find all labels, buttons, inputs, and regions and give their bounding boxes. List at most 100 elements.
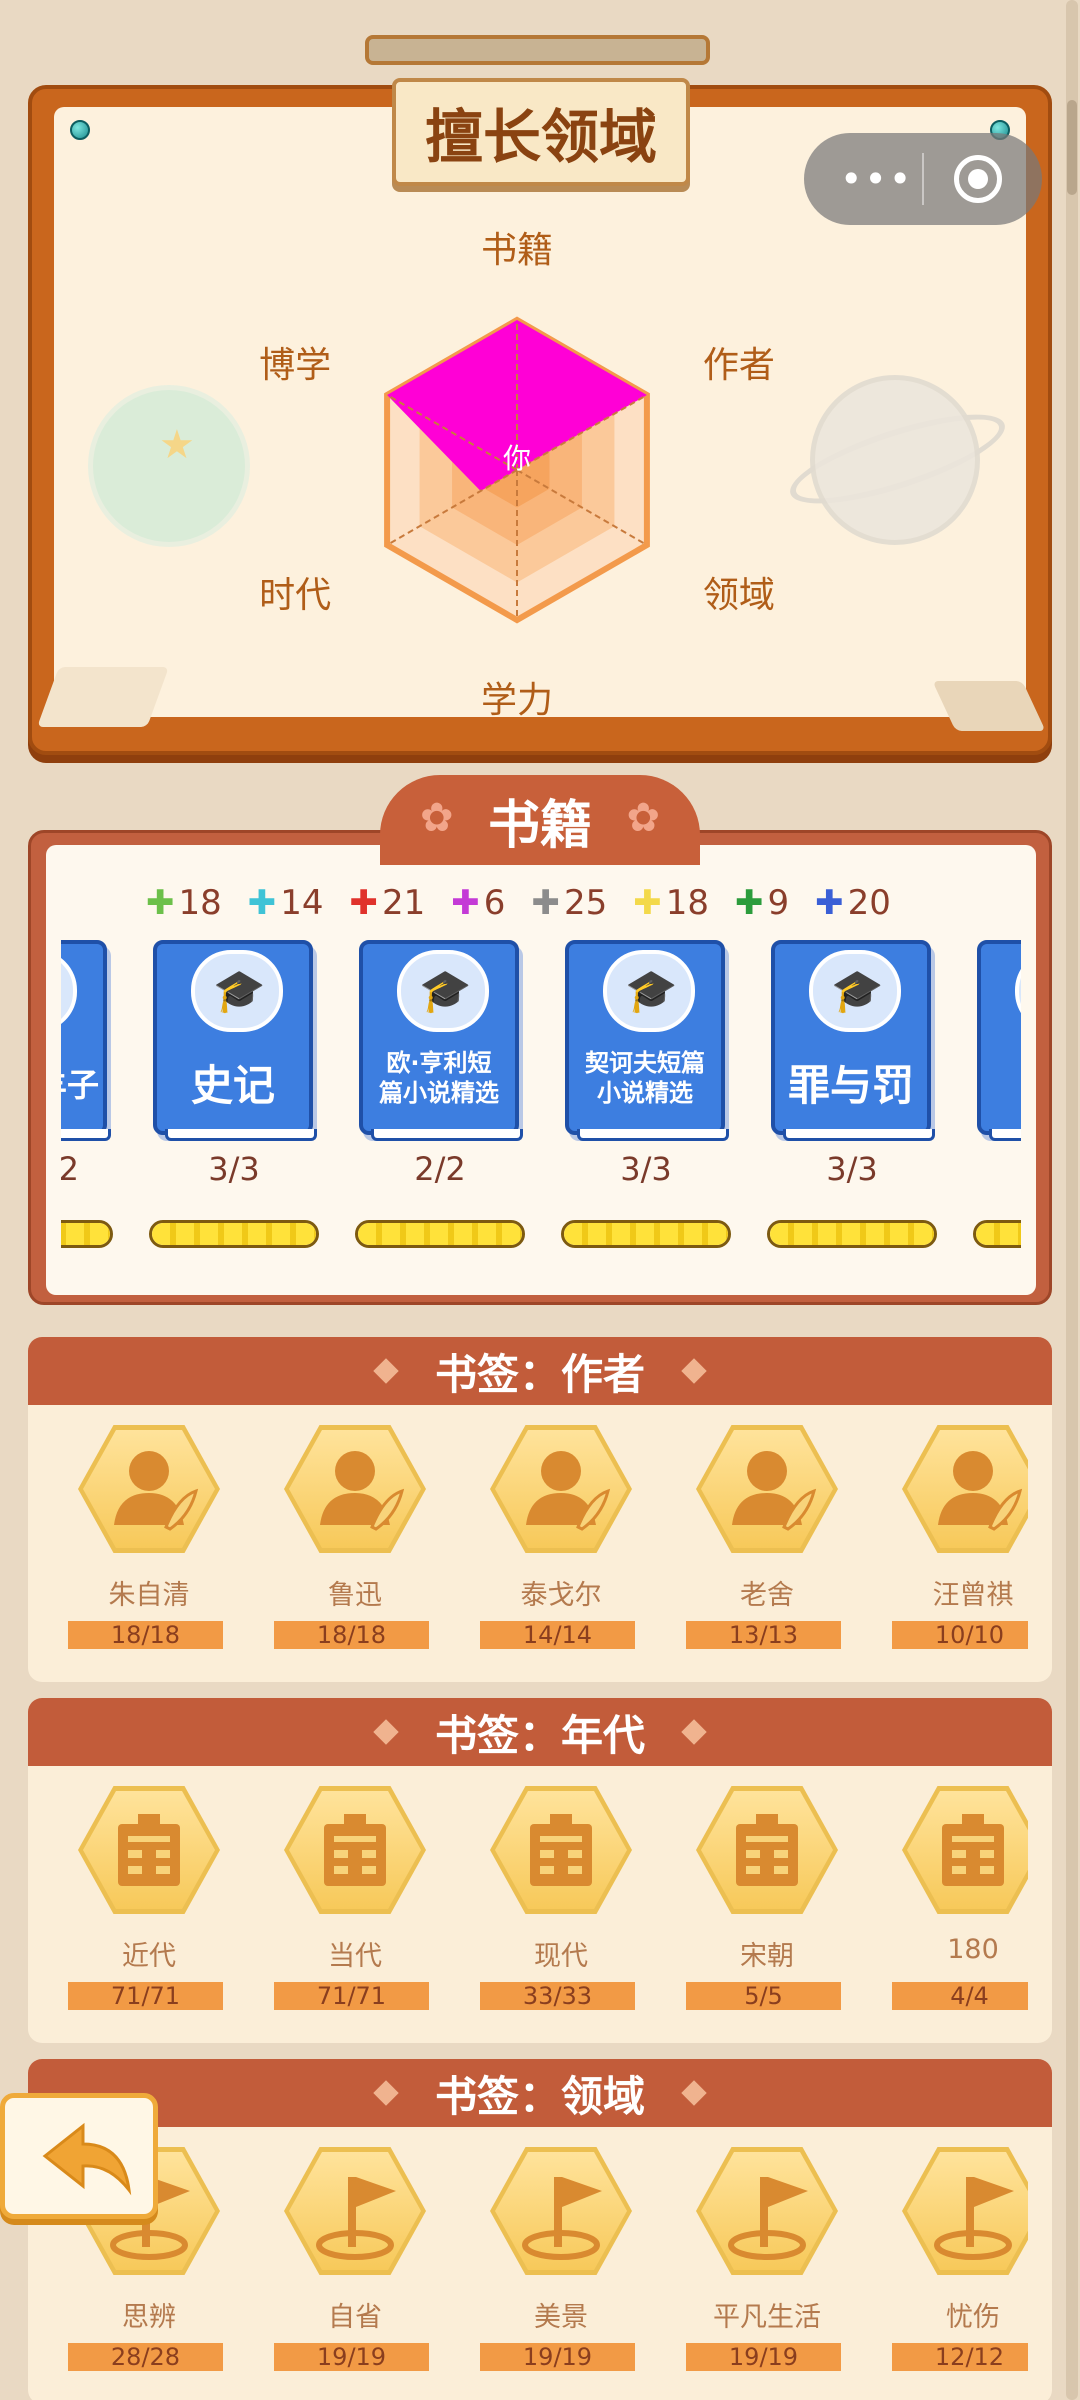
era-badge[interactable]: 现代 33/33 xyxy=(480,1786,640,2036)
flag-icon xyxy=(316,2177,396,2260)
fields-header: 书签：领域 xyxy=(28,2059,1052,2127)
graduation-cap-icon: 🎓 xyxy=(603,950,695,1032)
author-icon xyxy=(78,1425,220,1553)
fields-title: 书签：领域 xyxy=(434,2071,645,2121)
author-icon xyxy=(696,1425,838,1553)
author-icon xyxy=(902,1425,1028,1553)
badge-name: 近代 xyxy=(122,1941,176,1972)
badge-count: 18/18 xyxy=(274,1621,429,1649)
badge-name: 泰戈尔 xyxy=(520,1580,602,1611)
book-progress-count: 2/2 xyxy=(414,1150,466,1188)
book-pages xyxy=(61,1129,111,1141)
puzzle-count-value: 9 xyxy=(767,883,790,923)
puzzle-count: ✚ 9 xyxy=(735,879,789,927)
badge-name: 平凡生活 xyxy=(713,2302,821,2333)
book-card[interactable]: 🎓 罪与罚 3/3 xyxy=(767,940,937,1250)
era-badge[interactable]: 宋朝 5/5 xyxy=(686,1786,846,2036)
book-cover: 🎓 罪与罚 xyxy=(771,940,935,1141)
radar-axis-label: 作者 xyxy=(703,345,775,386)
radar-axis-label: 时代 xyxy=(259,575,331,616)
book-title: 羊子 xyxy=(61,1066,99,1104)
book-progress-count: 3/3 xyxy=(208,1150,260,1188)
book-card[interactable]: 🎓 羊子 12 xyxy=(61,940,113,1250)
more-icon[interactable]: ••• xyxy=(840,159,913,199)
hexagon-badge-frame xyxy=(490,1786,632,1914)
book-progress-bar xyxy=(149,1220,319,1248)
graduation-cap-icon: 🎓 xyxy=(191,950,283,1032)
fields-list[interactable]: 思辨 28/28 自省 19/19 美景 19/19 平凡生活 19/19 忧伤 12/12 xyxy=(68,2147,1028,2397)
book-pages xyxy=(165,1129,317,1141)
field-icon xyxy=(490,2147,632,2275)
author-quill-icon xyxy=(938,1451,1023,1531)
diamond-icon xyxy=(681,1358,707,1384)
eras-title: 书签：年代 xyxy=(434,1710,645,1760)
book-card[interactable]: 🎓 史记 3/3 xyxy=(149,940,319,1250)
author-badge[interactable]: 汪曾祺 10/10 xyxy=(892,1425,1028,1675)
hexagon-badge-frame xyxy=(78,1425,220,1553)
era-icon xyxy=(284,1786,426,1914)
badge-name: 老舍 xyxy=(740,1580,794,1611)
diamond-icon xyxy=(681,1719,707,1745)
building-icon xyxy=(118,1814,180,1886)
era-icon xyxy=(490,1786,632,1914)
diamond-icon xyxy=(373,2080,399,2106)
badge-name: 鲁迅 xyxy=(328,1580,382,1611)
back-button[interactable] xyxy=(0,2093,158,2219)
era-badge[interactable]: 近代 71/71 xyxy=(68,1786,228,2036)
authors-header: 书签：作者 xyxy=(28,1337,1052,1405)
badge-name: 朱自清 xyxy=(108,1580,190,1611)
hexagon-badge-frame xyxy=(284,1425,426,1553)
author-icon xyxy=(490,1425,632,1553)
field-badge[interactable]: 美景 19/19 xyxy=(480,2147,640,2397)
flower-icon: ✿ xyxy=(626,795,660,841)
field-icon xyxy=(902,2147,1028,2275)
mini-program-capsule: ••• xyxy=(804,133,1042,225)
book-card[interactable]: 🎓 xyxy=(973,940,1021,1250)
hexagon-badge-frame xyxy=(696,2147,838,2275)
books-panel: ✚18✚14✚21✚6✚25✚18✚9✚20 🎓羊子12🎓史记3/3🎓欧·亨利短… xyxy=(28,830,1052,1305)
puzzle-piece-icon: ✚ xyxy=(146,883,175,923)
badge-count: 13/13 xyxy=(686,1621,841,1649)
eras-list[interactable]: 近代 71/71 当代 71/71 现代 33/33 宋朝 5/5 180 4/4 xyxy=(68,1786,1028,2036)
book-progress-count: 3/3 xyxy=(620,1150,672,1188)
field-badge[interactable]: 平凡生活 19/19 xyxy=(686,2147,846,2397)
puzzle-count: ✚ 18 xyxy=(146,879,222,927)
target-icon[interactable] xyxy=(954,155,1002,203)
badge-count: 71/71 xyxy=(68,1982,223,2010)
era-badge[interactable]: 当代 71/71 xyxy=(274,1786,434,2036)
puzzle-count-value: 14 xyxy=(280,883,324,923)
flag-icon xyxy=(522,2177,602,2260)
graduation-cap-icon: 🎓 xyxy=(1015,950,1021,1032)
author-quill-icon xyxy=(732,1451,817,1531)
author-badge[interactable]: 朱自清 18/18 xyxy=(68,1425,228,1675)
book-cover: 🎓 契诃夫短篇 小说精选 xyxy=(565,940,729,1141)
graduation-cap-icon: 🎓 xyxy=(809,950,901,1032)
book-cover: 🎓 史记 xyxy=(153,940,317,1141)
puzzle-piece-icon: ✚ xyxy=(815,883,844,923)
era-badge[interactable]: 180 4/4 xyxy=(892,1786,1028,2036)
fields-section: 书签：领域 思辨 28/28 自省 19/19 美景 19/19 平凡生活 19/19 忧伤 12… xyxy=(28,2059,1052,2400)
book-pages xyxy=(989,1129,1021,1141)
book-pages xyxy=(783,1129,935,1141)
badge-count: 18/18 xyxy=(68,1621,223,1649)
authors-section: 书签：作者 朱自清 18/18 鲁迅 18/18 泰戈尔 14/14 老舍 13/13 汪曾祺 1… xyxy=(28,1337,1052,1682)
building-icon xyxy=(942,1814,1004,1886)
field-badge[interactable]: 忧伤 12/12 xyxy=(892,2147,1028,2397)
book-card[interactable]: 🎓 欧·亨利短 篇小说精选 2/2 xyxy=(355,940,525,1250)
back-arrow-icon xyxy=(42,2122,132,2196)
graduation-cap-icon: 🎓 xyxy=(61,950,77,1032)
book-card[interactable]: 🎓 契诃夫短篇 小说精选 3/3 xyxy=(561,940,731,1250)
puzzle-count: ✚ 25 xyxy=(531,879,607,927)
book-title: 欧·亨利短 篇小说精选 xyxy=(379,1049,499,1107)
badge-count: 10/10 xyxy=(892,1621,1028,1649)
author-quill-icon xyxy=(526,1451,611,1531)
author-badge[interactable]: 老舍 13/13 xyxy=(686,1425,846,1675)
badge-count: 19/19 xyxy=(480,2343,635,2371)
authors-list[interactable]: 朱自清 18/18 鲁迅 18/18 泰戈尔 14/14 老舍 13/13 汪曾祺 10/10 xyxy=(68,1425,1028,1675)
field-badge[interactable]: 自省 19/19 xyxy=(274,2147,434,2397)
diamond-icon xyxy=(373,1719,399,1745)
author-badge[interactable]: 泰戈尔 14/14 xyxy=(480,1425,640,1675)
author-badge[interactable]: 鲁迅 18/18 xyxy=(274,1425,434,1675)
badge-name: 忧伤 xyxy=(946,2302,1000,2333)
book-carousel[interactable]: 🎓 羊子 12 🎓 史记 3/3 🎓 欧·亨利短篇小说精选 2/2 🎓 契诃夫短篇小说精选 3/3 🎓 罪… xyxy=(61,940,1021,1280)
